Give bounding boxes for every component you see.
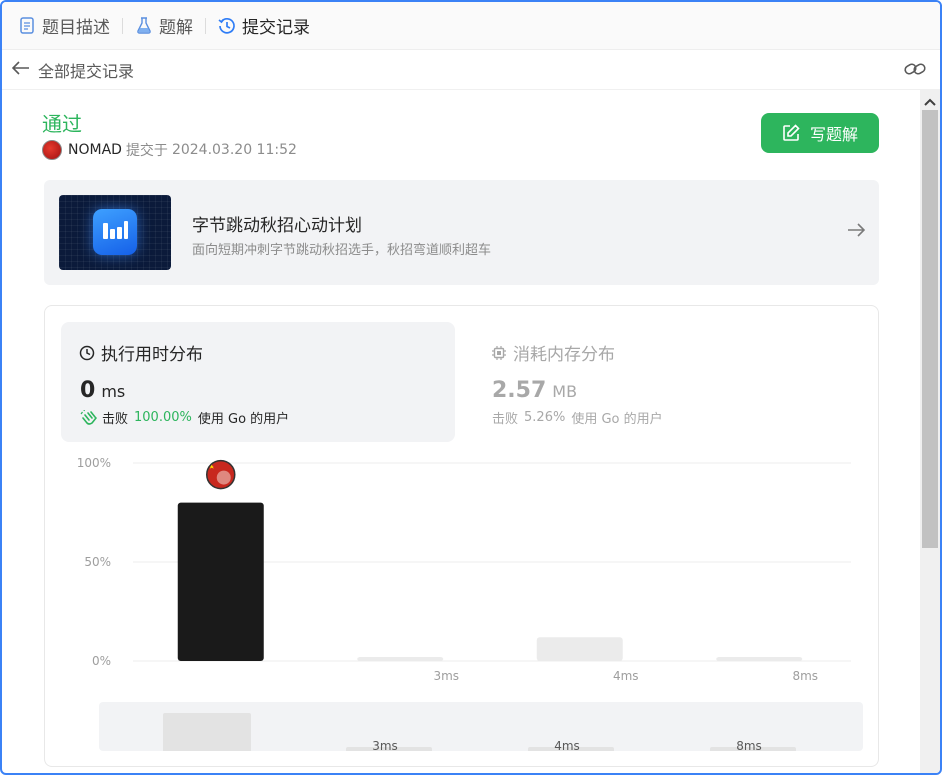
submission-time: 2024.03.20 11:52 [171,142,297,158]
runtime-unit: ms [101,382,126,401]
memory-beat-pct: 5.26% [524,410,566,425]
write-solution-label: 写题解 [809,125,858,144]
stats-panel: 执行用时分布 0 ms 击败 100.00% 使用 Go 的用户 消耗内存分布 2… [44,305,879,767]
promo-image [59,195,171,270]
edit-icon [783,124,800,141]
runtime-distribution-chart[interactable]: 100% 50% 0% 3ms 4ms 8ms [45,446,880,696]
chip-icon [492,345,506,360]
tab-divider [205,17,206,34]
avatar[interactable] [42,140,62,160]
avatar-detail [216,470,231,485]
submission-detail: 通过 NOMAD 提交于 2024.03.20 11:52 写题解 字节跳动秋招… [2,90,920,773]
runtime-beat: 击败 100.00% 使用 Go 的用户 [80,408,289,427]
y-tick-label: 100% [77,456,111,470]
scroll-up-icon[interactable] [924,92,936,111]
promo-subtitle: 面向短期冲刺字节跳动秋招选手，秋招弯道顺利超车 [192,243,492,258]
history-icon [218,17,236,35]
x-tick-label: 3ms [433,669,459,683]
x-tick-label: 4ms [613,669,639,683]
clap-icon [80,409,97,425]
minimap-label: 8ms [736,739,762,751]
runtime-beat-pct: 100.00% [134,410,192,425]
runtime-card[interactable]: 执行用时分布 0 ms 击败 100.00% 使用 Go 的用户 [61,322,455,442]
chart-bar [357,657,444,661]
tab-divider [122,17,123,34]
chart-minimap[interactable]: 3ms 4ms 8ms [99,702,863,751]
runtime-title: 执行用时分布 [79,340,203,365]
vertical-scrollbar[interactable] [920,90,940,773]
runtime-value: 0 ms [80,378,126,403]
memory-title: 消耗内存分布 [491,340,615,365]
y-tick-label: 0% [92,654,111,668]
tab-solutions[interactable]: 题解 [131,2,197,50]
y-tick-label: 50% [84,555,111,569]
window-frame: 题目描述 题解 提交记录 全部提交记录 通过 NOMAD 提交于 2024.03… [0,0,942,775]
tab-submissions[interactable]: 提交记录 [214,2,314,50]
memory-value: 2.57 MB [492,378,578,403]
memory-unit: MB [552,382,578,401]
tab-bar: 题目描述 题解 提交记录 [2,2,940,50]
runtime-title-label: 执行用时分布 [101,345,203,365]
x-tick-label: 8ms [792,669,818,683]
submitted-prefix: 提交于 [125,143,168,159]
back-arrow-icon[interactable] [11,60,30,79]
bytedance-logo-icon [93,209,137,255]
document-icon [18,17,36,35]
clock-icon [79,345,95,360]
write-solution-button[interactable]: 写题解 [761,113,879,153]
minimap-bar [163,713,251,751]
link-icon[interactable] [904,60,926,82]
promo-banner[interactable]: 字节跳动秋招心动计划 面向短期冲刺字节跳动秋招选手，秋招弯道顺利超车 [44,180,879,285]
minimap-label: 4ms [554,739,580,751]
tab-description[interactable]: 题目描述 [14,2,114,50]
username[interactable]: NOMAD [68,142,122,158]
arrow-right-icon[interactable] [847,222,866,241]
chart-bar [177,502,264,661]
tab-solutions-label: 题解 [159,18,193,38]
sub-header: 全部提交记录 [2,50,940,90]
scroll-thumb[interactable] [922,110,938,548]
tab-submissions-label: 提交记录 [242,18,310,38]
tab-description-label: 题目描述 [42,18,110,38]
status-label: 通过 [42,112,82,136]
memory-beat: 击败 5.26% 使用 Go 的用户 [492,410,663,427]
chart-bar [536,637,623,661]
memory-title-label: 消耗内存分布 [513,345,615,365]
all-submissions-title[interactable]: 全部提交记录 [38,58,134,82]
chart-bar [716,657,803,661]
memory-card[interactable]: 消耗内存分布 2.57 MB 击败 5.26% 使用 Go 的用户 [473,322,867,442]
submission-meta: NOMAD 提交于 2024.03.20 11:52 [42,140,297,160]
minimap-label: 3ms [372,739,398,751]
flask-icon [135,17,153,35]
promo-title: 字节跳动秋招心动计划 [192,216,362,236]
